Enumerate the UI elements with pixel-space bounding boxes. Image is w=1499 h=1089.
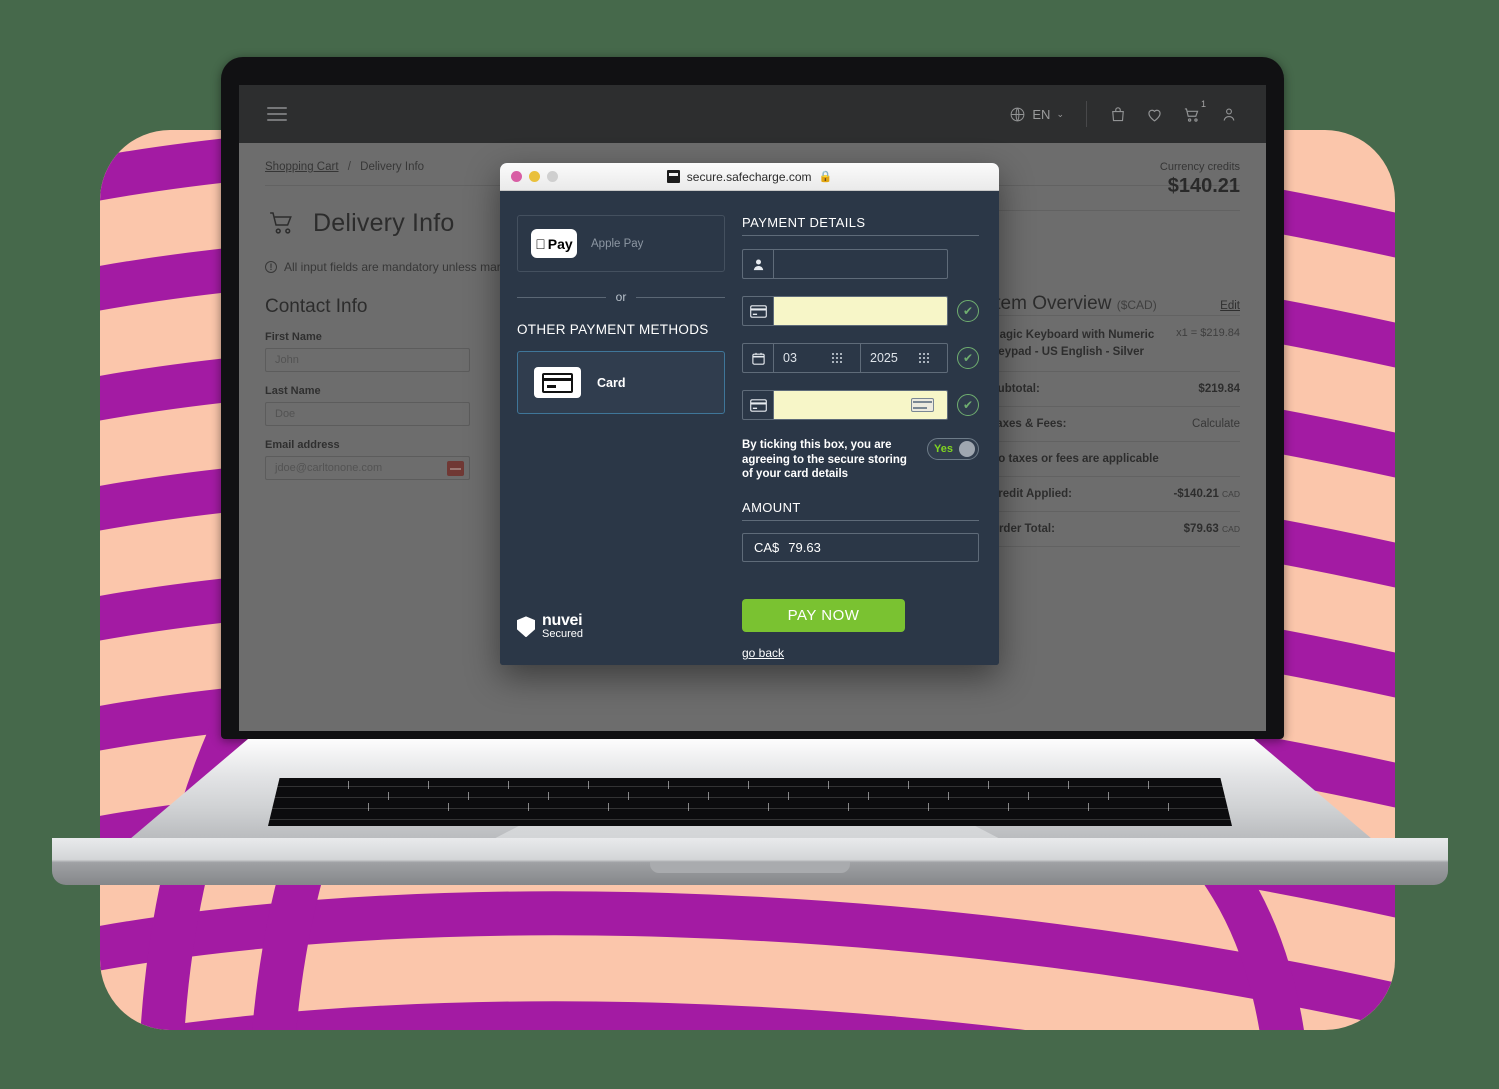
expiry-year-value: 2025 [870, 351, 898, 365]
amount-title: AMOUNT [742, 500, 801, 516]
url-text: secure.safecharge.com [686, 169, 812, 184]
amount-field[interactable]: CA$ 79.63 [742, 533, 979, 563]
toggle-knob [959, 441, 975, 457]
expiry-month-input[interactable]: 03 [774, 344, 860, 372]
safecharge-payment-window: secure.safecharge.com 🔒 Pay Apple Pay o… [500, 163, 999, 665]
cardholder-name-field[interactable] [742, 249, 948, 279]
cvv-row: ✔ [742, 390, 979, 420]
apple-logo-icon:  [535, 236, 546, 252]
consent-toggle[interactable]: Yes [927, 438, 979, 460]
payment-details-pane: PAYMENT DETAILS ✔ 03 2025 ✔ ✔ By ticking… [742, 191, 999, 665]
year-stepper-icon[interactable] [919, 353, 938, 363]
url-bar[interactable]: secure.safecharge.com 🔒 [500, 170, 999, 184]
or-label: or [615, 290, 627, 304]
apple-pay-label: Apple Pay [591, 237, 644, 250]
divider-line [517, 296, 606, 298]
safecharge-favicon [666, 170, 680, 183]
or-divider: or [517, 290, 726, 304]
cardholder-name-row: ✔ [742, 249, 979, 279]
credit-card-icon [534, 367, 581, 398]
payment-details-underline [742, 235, 979, 236]
nuvei-sub: Secured [542, 628, 583, 641]
amount-underline [742, 520, 979, 522]
calendar-icon [743, 344, 774, 372]
card-number-input[interactable] [774, 297, 947, 325]
payment-methods-pane: Pay Apple Pay or OTHER PAYMENT METHODS … [500, 191, 742, 665]
month-stepper-icon[interactable] [832, 353, 851, 363]
lock-icon: 🔒 [818, 171, 833, 183]
cvv-card-icon[interactable] [911, 398, 934, 412]
divider-line [636, 296, 726, 298]
person-icon [743, 250, 774, 278]
card-number-valid-icon: ✔ [957, 300, 979, 322]
expiry-year-input[interactable]: 2025 [861, 344, 947, 372]
card-number-field[interactable] [742, 296, 948, 326]
card-payment-option[interactable]: Card [517, 351, 725, 414]
cvv-valid-icon: ✔ [957, 394, 979, 416]
cardholder-name-input[interactable] [774, 250, 947, 278]
amount-currency: CA$ [754, 540, 780, 556]
payment-modal-body: Pay Apple Pay or OTHER PAYMENT METHODS … [500, 191, 999, 665]
cvv-input[interactable] [774, 391, 947, 419]
amount-value: 79.63 [788, 540, 821, 556]
cvv-field[interactable] [742, 390, 948, 420]
apple-pay-logo: Pay [531, 229, 577, 258]
browser-titlebar: secure.safecharge.com 🔒 [500, 163, 999, 191]
expiry-month-value: 03 [783, 351, 797, 365]
expiry-row: 03 2025 ✔ [742, 343, 979, 373]
credit-card-icon [743, 297, 774, 325]
pay-now-button[interactable]: PAY NOW [742, 599, 905, 633]
expiry-field[interactable]: 03 2025 [742, 343, 948, 373]
laptop-base-notch [650, 862, 850, 873]
laptop-mockup: EN ⌄ 1 Shopping Cart / Delivery Info Del… [0, 0, 1499, 1089]
shield-icon [517, 616, 535, 638]
expiry-valid-icon: ✔ [957, 347, 979, 369]
consent-toggle-label: Yes [934, 443, 953, 455]
credit-card-icon [743, 391, 774, 419]
apple-pay-option[interactable]: Pay Apple Pay [517, 215, 725, 272]
laptop-keyboard [268, 778, 1232, 826]
consent-row: By ticking this box, you are agreeing to… [742, 438, 979, 482]
consent-text: By ticking this box, you are agreeing to… [742, 439, 907, 481]
other-payment-methods-title: OTHER PAYMENT METHODS [517, 322, 709, 337]
card-option-label: Card [597, 375, 626, 390]
nuvei-name: nuvei [542, 611, 583, 629]
payment-details-title: PAYMENT DETAILS [742, 215, 866, 230]
go-back-link[interactable]: go back [742, 646, 784, 660]
card-number-row: ✔ [742, 296, 979, 326]
apple-pay-mark: Pay [542, 235, 573, 252]
nuvei-secured-logo: nuvei Secured [517, 611, 583, 641]
